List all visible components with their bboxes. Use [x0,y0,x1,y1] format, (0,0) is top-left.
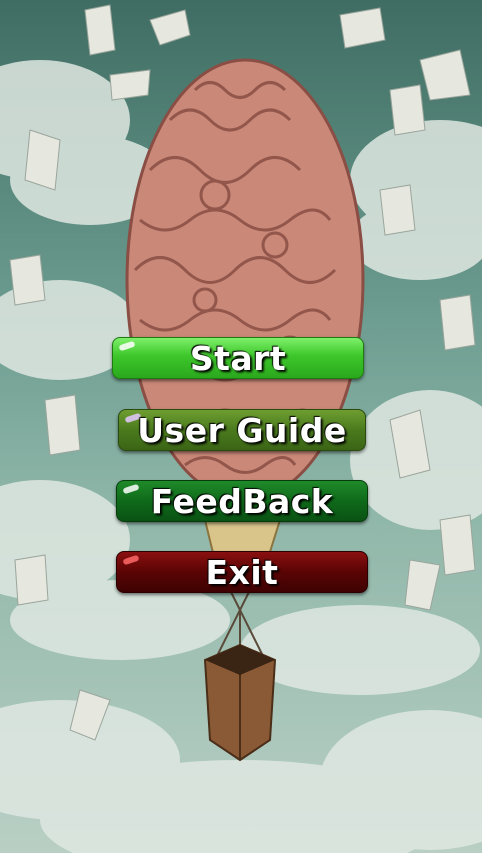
gloss-highlight [118,340,136,352]
gloss-highlight [122,554,140,566]
start-label: Start [189,338,287,378]
start-button[interactable]: Start [112,337,364,379]
feedback-button[interactable]: FeedBack [116,480,368,522]
user-guide-label: User Guide [137,410,347,450]
exit-label: Exit [205,552,279,592]
user-guide-button[interactable]: User Guide [118,409,366,451]
balloon-basket [203,643,277,762]
gloss-highlight [122,483,140,495]
exit-button[interactable]: Exit [116,551,368,593]
feedback-label: FeedBack [150,481,334,521]
